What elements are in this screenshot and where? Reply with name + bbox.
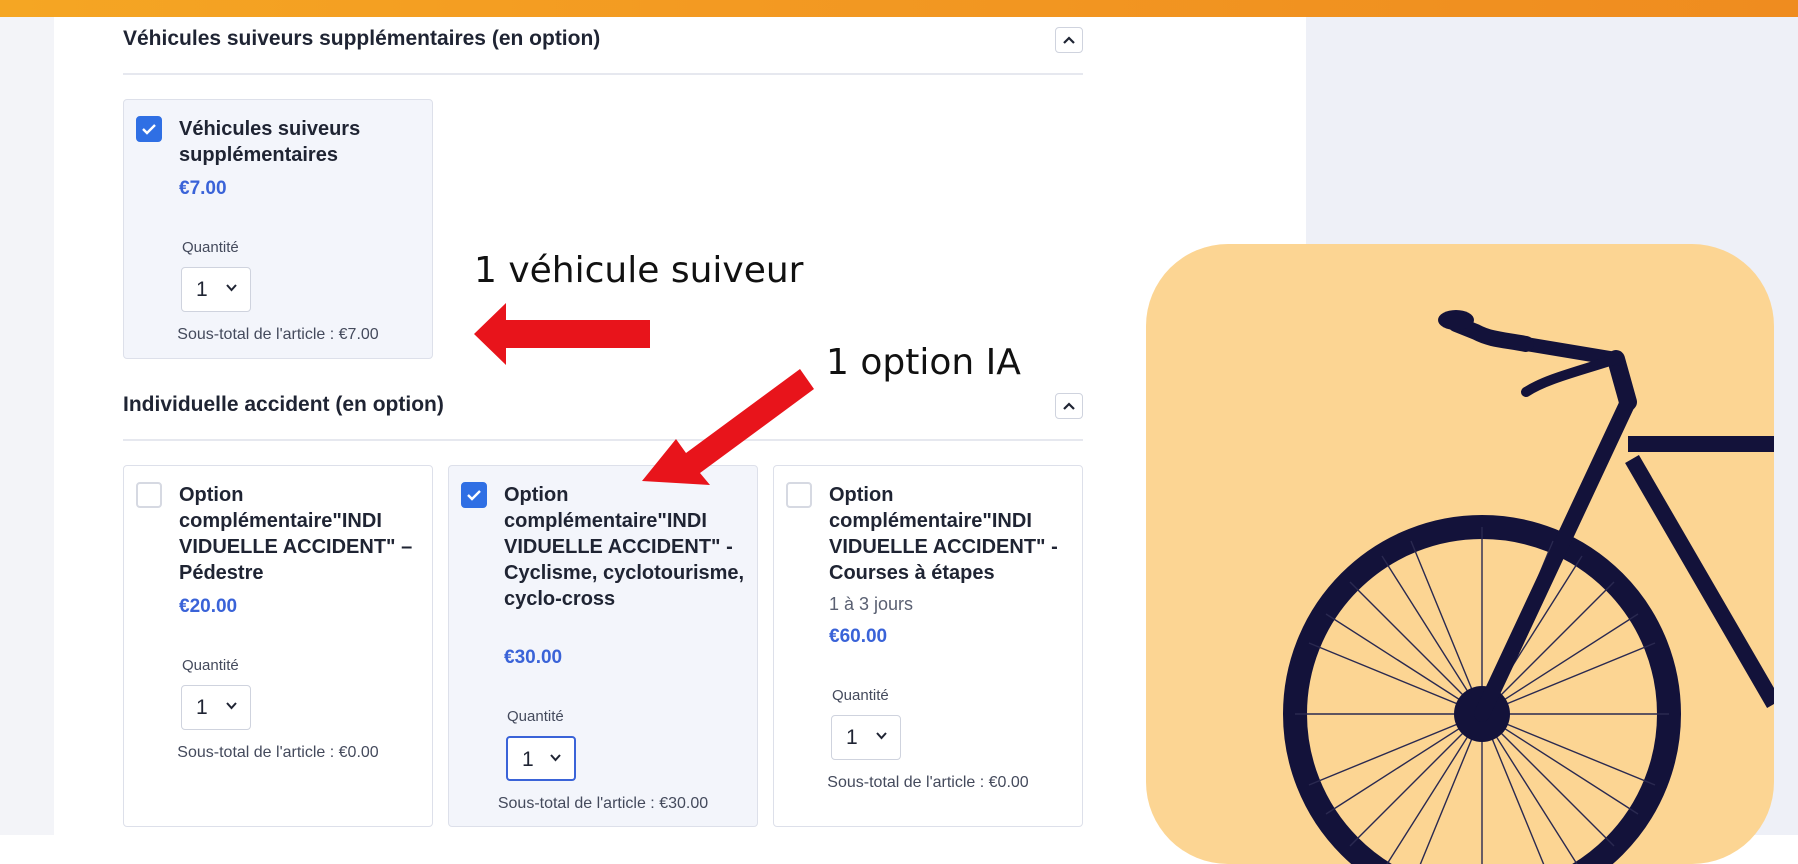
- chevron-down-icon: [876, 732, 887, 740]
- option-price: €30.00: [504, 647, 563, 668]
- quantity-label: Quantité: [182, 239, 239, 256]
- annotation-ia: 1 option IA: [826, 342, 1021, 383]
- quantity-select[interactable]: 1: [181, 685, 251, 730]
- quantity-select[interactable]: 1: [831, 715, 901, 760]
- section-header-follow-vehicles: Véhicules suiveurs supplémentaires (en o…: [123, 17, 1083, 75]
- item-subtotal: Sous-total de l'article : €0.00: [827, 774, 1029, 791]
- option-price: €7.00: [179, 178, 227, 199]
- option-title: Véhicules suiveurs supplémentaires: [179, 118, 361, 166]
- section-title: Véhicules suiveurs supplémentaires (en o…: [123, 27, 601, 50]
- item-subtotal: Sous-total de l'article : €7.00: [177, 326, 379, 343]
- quantity-label: Quantité: [507, 708, 564, 725]
- chevron-down-icon: [226, 284, 237, 292]
- quantity-select[interactable]: 1: [181, 267, 251, 312]
- chevron-down-icon: [550, 754, 561, 762]
- option-price: €20.00: [179, 596, 238, 617]
- option-title: Option complémentaire"INDI VIDUELLE ACCI…: [504, 484, 745, 610]
- quantity-value: 1: [196, 278, 208, 301]
- quantity-value: 1: [846, 726, 858, 749]
- top-accent-bar: [0, 0, 1798, 17]
- option-card-cyclisme[interactable]: Option complémentaire"INDI VIDUELLE ACCI…: [448, 465, 758, 827]
- option-checkbox[interactable]: [136, 116, 162, 142]
- option-checkbox[interactable]: [136, 482, 162, 508]
- quantity-value: 1: [522, 748, 534, 771]
- check-icon: [467, 490, 481, 501]
- section-header-accident: Individuelle accident (en option): [123, 383, 1083, 441]
- red-arrow-diagonal-icon: [642, 369, 814, 485]
- left-gutter: [0, 17, 54, 835]
- quantity-label: Quantité: [832, 687, 889, 704]
- annotation-vehicle: 1 véhicule suiveur: [474, 250, 804, 291]
- collapse-section-button[interactable]: [1055, 27, 1083, 53]
- collapse-section-button[interactable]: [1055, 393, 1083, 419]
- chevron-up-icon: [1063, 402, 1075, 410]
- option-checkbox[interactable]: [461, 482, 487, 508]
- option-card-follow-vehicle[interactable]: Véhicules suiveurs supplémentaires €7.00…: [123, 99, 433, 359]
- chevron-up-icon: [1063, 36, 1075, 44]
- quantity-value: 1: [196, 696, 208, 719]
- item-subtotal: Sous-total de l'article : €0.00: [177, 744, 379, 761]
- chevron-down-icon: [226, 702, 237, 710]
- check-icon: [142, 124, 156, 135]
- option-card-courses-etapes[interactable]: Option complémentaire"INDI VIDUELLE ACCI…: [773, 465, 1083, 827]
- option-card-pedestre[interactable]: Option complémentaire"INDI VIDUELLE ACCI…: [123, 465, 433, 827]
- item-subtotal: Sous-total de l'article : €30.00: [497, 795, 709, 812]
- option-duration: 1 à 3 jours: [829, 594, 914, 614]
- quantity-select[interactable]: 1: [506, 736, 576, 781]
- bicycle-illustration-icon: [1283, 310, 1774, 864]
- option-title: Option complémentaire"INDI VIDUELLE ACCI…: [829, 484, 1058, 584]
- bicycle-illustration: [1146, 244, 1774, 864]
- option-title: Option complémentaire"INDI VIDUELLE ACCI…: [179, 484, 413, 584]
- option-price: €60.00: [829, 626, 888, 647]
- quantity-label: Quantité: [182, 657, 239, 674]
- red-arrow-left-icon: [474, 303, 650, 365]
- section-title: Individuelle accident (en option): [123, 393, 444, 416]
- option-checkbox[interactable]: [786, 482, 812, 508]
